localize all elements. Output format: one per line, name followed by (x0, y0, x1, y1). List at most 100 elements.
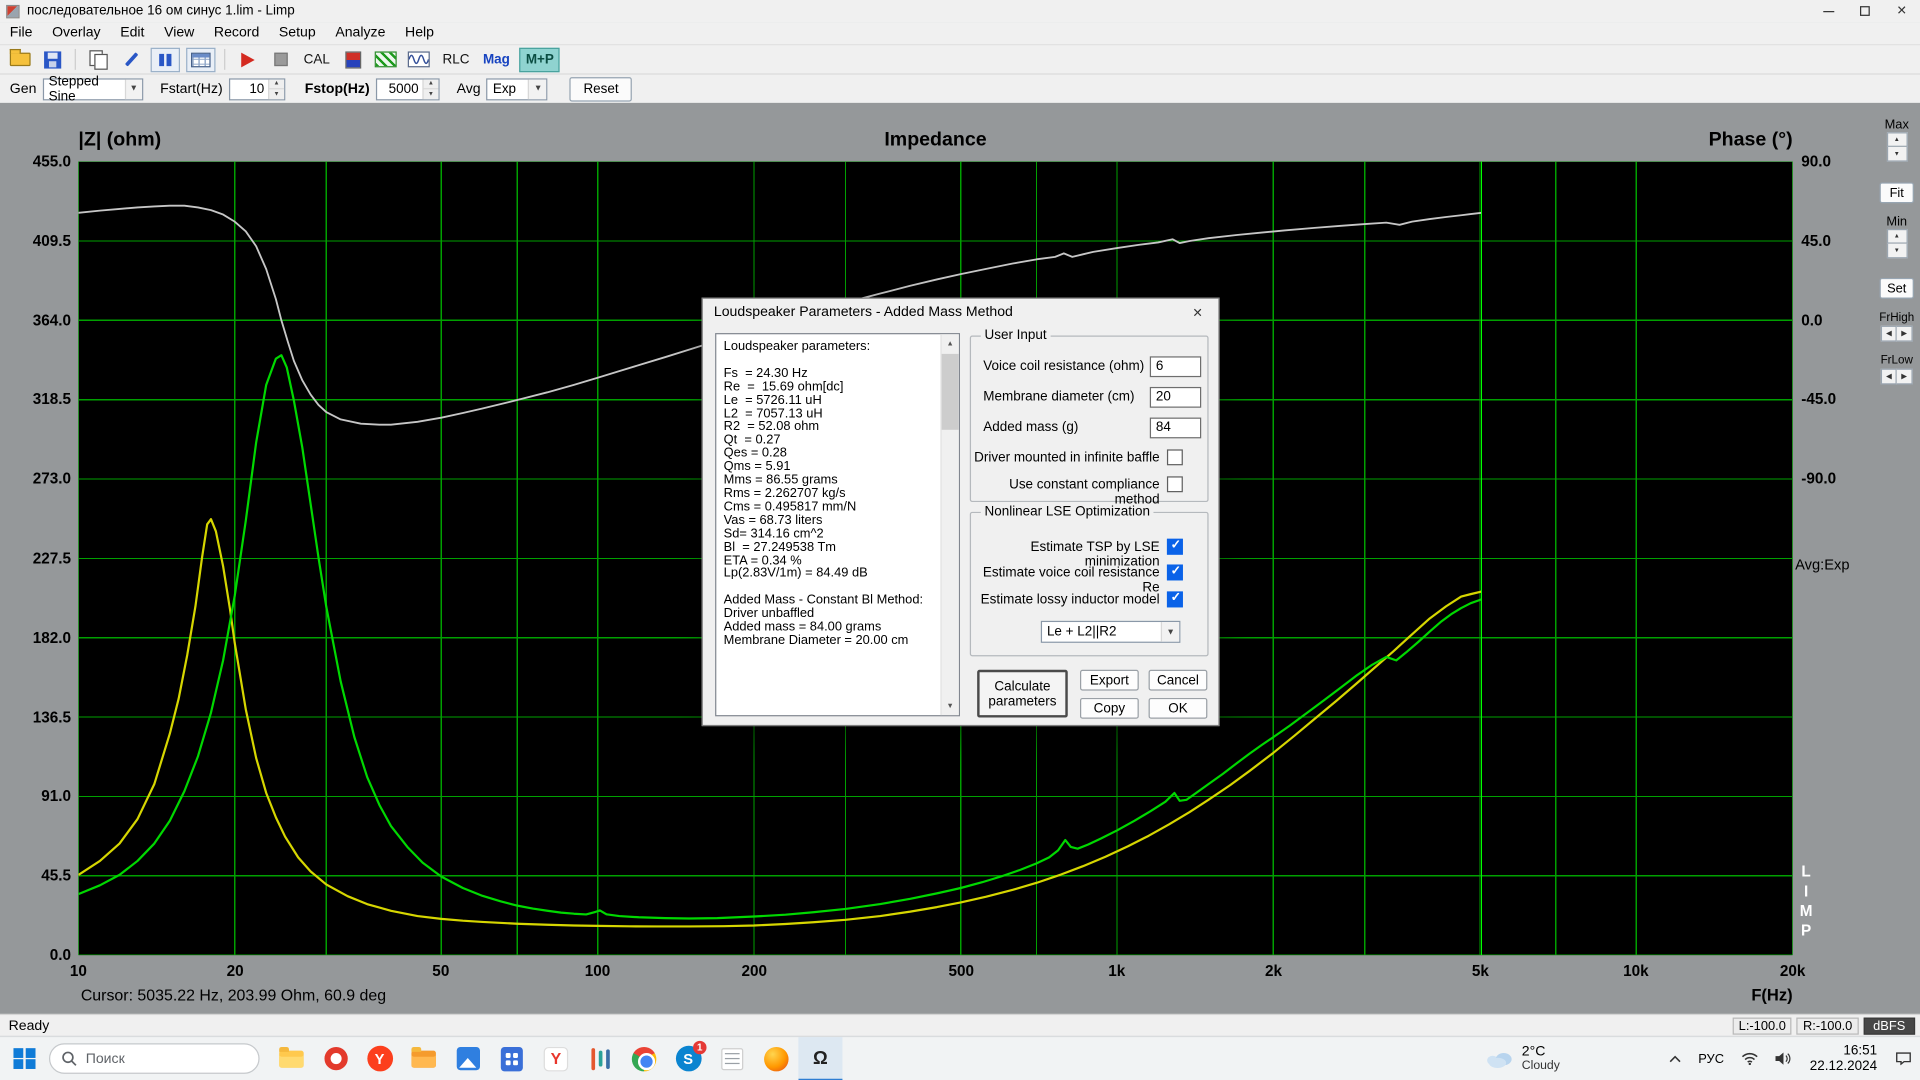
mag-phase-button[interactable]: M+P (520, 47, 560, 71)
voice-coil-resistance-input[interactable]: 6 (1150, 356, 1201, 377)
lse-minimization-checkbox[interactable] (1167, 539, 1183, 555)
avg-select[interactable]: Exp (487, 78, 548, 100)
mag-button[interactable]: Mag (479, 47, 513, 71)
right-arrow-icon[interactable] (1897, 326, 1913, 342)
cancel-button[interactable]: Cancel (1149, 670, 1208, 691)
taskbar-notes-app[interactable] (710, 1037, 754, 1080)
dialog-titlebar[interactable]: Loudspeaker Parameters - Added Mass Meth… (703, 299, 1219, 326)
maximize-button[interactable] (1847, 0, 1884, 22)
stop-button[interactable] (267, 47, 294, 71)
taskbar-skype[interactable]: S1 (666, 1037, 710, 1080)
menu-file[interactable]: File (0, 22, 42, 44)
action-center-button[interactable] (1887, 1037, 1920, 1080)
ok-button[interactable]: OK (1149, 698, 1208, 719)
menu-overlay[interactable]: Overlay (42, 22, 110, 44)
menu-edit[interactable]: Edit (110, 22, 154, 44)
frlow-spinner[interactable] (1881, 369, 1913, 385)
menu-analyze[interactable]: Analyze (326, 22, 396, 44)
up-arrow-icon[interactable] (1886, 229, 1907, 244)
scroll-down-icon[interactable] (942, 697, 959, 715)
fstart-spinner[interactable]: 10 (229, 78, 285, 100)
taskbar-yandex-browser[interactable]: Y (358, 1037, 402, 1080)
rlc-button[interactable]: RLC (439, 47, 473, 71)
pause-button[interactable] (151, 47, 180, 71)
right-arrow-icon[interactable] (1897, 369, 1913, 385)
chevron-down-icon[interactable] (124, 79, 141, 99)
menu-view[interactable]: View (154, 22, 204, 44)
up-arrow-icon[interactable] (269, 79, 284, 89)
table-view-button[interactable] (186, 47, 215, 71)
up-arrow-icon[interactable] (424, 79, 439, 89)
fstop-spinner[interactable]: 5000 (376, 78, 440, 100)
taskbar-limp-active[interactable]: Ω (798, 1037, 842, 1080)
menu-record[interactable]: Record (204, 22, 269, 44)
pen-icon (124, 52, 137, 66)
clock[interactable]: 16:51 22.12.2024 (1800, 1043, 1887, 1074)
cal-button[interactable]: CAL (300, 47, 334, 71)
taskbar-yandex-search[interactable]: Y (534, 1037, 578, 1080)
scrollbar[interactable] (940, 334, 958, 715)
menu-help[interactable]: Help (395, 22, 444, 44)
down-arrow-icon[interactable] (1886, 147, 1907, 162)
edit-pen-button[interactable] (118, 47, 145, 71)
set-button[interactable]: Set (1880, 278, 1914, 299)
start-button[interactable] (0, 1037, 49, 1080)
scroll-up-icon[interactable] (942, 334, 959, 352)
max-spinner[interactable] (1886, 132, 1907, 161)
down-arrow-icon[interactable] (269, 89, 284, 98)
tray-chevron-button[interactable] (1660, 1037, 1689, 1080)
generator-type-select[interactable]: Stepped Sine (43, 78, 143, 100)
chevron-down-icon[interactable] (1161, 622, 1179, 642)
estimate-re-checkbox[interactable] (1167, 564, 1183, 580)
spectrum-button[interactable] (373, 47, 400, 71)
scroll-thumb[interactable] (942, 354, 959, 430)
added-mass-input[interactable]: 84 (1150, 418, 1201, 439)
left-arrow-icon[interactable] (1881, 369, 1897, 385)
taskbar-chrome[interactable] (622, 1037, 666, 1080)
constant-compliance-checkbox[interactable] (1167, 476, 1183, 492)
inductor-model-select[interactable]: Le + L2||R2 (1041, 621, 1181, 643)
volume-button[interactable] (1767, 1037, 1800, 1080)
signal-button[interactable] (406, 47, 433, 71)
weather-widget[interactable]: 2°C Cloudy (1473, 1044, 1572, 1073)
taskbar-red-circle-app[interactable] (313, 1037, 357, 1080)
close-button[interactable] (1883, 0, 1920, 22)
export-button[interactable]: Export (1080, 670, 1139, 691)
network-button[interactable] (1733, 1037, 1767, 1080)
estimate-re-label: Estimate voice coil resistance Re (971, 566, 1160, 595)
dialog-close-button[interactable] (1177, 299, 1219, 326)
taskbar-file-explorer[interactable] (269, 1037, 313, 1080)
lossy-inductor-checkbox[interactable] (1167, 591, 1183, 607)
chevron-down-icon[interactable] (528, 79, 546, 99)
taskbar-photos-app[interactable] (446, 1037, 490, 1080)
chevron-up-icon (1669, 1055, 1681, 1062)
up-arrow-icon[interactable] (1886, 132, 1907, 147)
copy-button[interactable]: Copy (1080, 698, 1139, 719)
search-input[interactable]: Поиск (49, 1043, 260, 1074)
taskbar-calculator-app[interactable] (490, 1037, 534, 1080)
taskbar-volume-mixer[interactable] (578, 1037, 622, 1080)
play-button[interactable] (234, 47, 261, 71)
frhigh-spinner[interactable] (1881, 326, 1913, 342)
language-indicator[interactable]: РУС (1690, 1037, 1733, 1080)
save-button[interactable] (39, 47, 66, 71)
infinite-baffle-checkbox[interactable] (1167, 449, 1183, 465)
copy-button[interactable] (84, 47, 111, 71)
down-arrow-icon[interactable] (1886, 244, 1907, 259)
open-button[interactable] (6, 47, 33, 71)
channel-flag-button[interactable] (340, 47, 367, 71)
folder-icon (411, 1050, 435, 1067)
left-arrow-icon[interactable] (1881, 326, 1897, 342)
down-arrow-icon[interactable] (424, 89, 439, 98)
fit-button[interactable]: Fit (1880, 182, 1914, 203)
taskbar-folder-app[interactable] (402, 1037, 446, 1080)
membrane-diameter-input[interactable]: 20 (1150, 387, 1201, 408)
min-spinner[interactable] (1886, 229, 1907, 258)
menu-setup[interactable]: Setup (269, 22, 325, 44)
membrane-diameter-label: Membrane diameter (cm) (983, 389, 1134, 404)
parameters-text-panel[interactable]: Loudspeaker parameters: Fs = 24.30 Hz Re… (715, 333, 960, 716)
reset-button[interactable]: Reset (570, 77, 632, 101)
calculate-parameters-button[interactable]: Calculate parameters (977, 670, 1068, 718)
minimize-button[interactable] (1810, 0, 1847, 22)
taskbar-firefox[interactable] (754, 1037, 798, 1080)
